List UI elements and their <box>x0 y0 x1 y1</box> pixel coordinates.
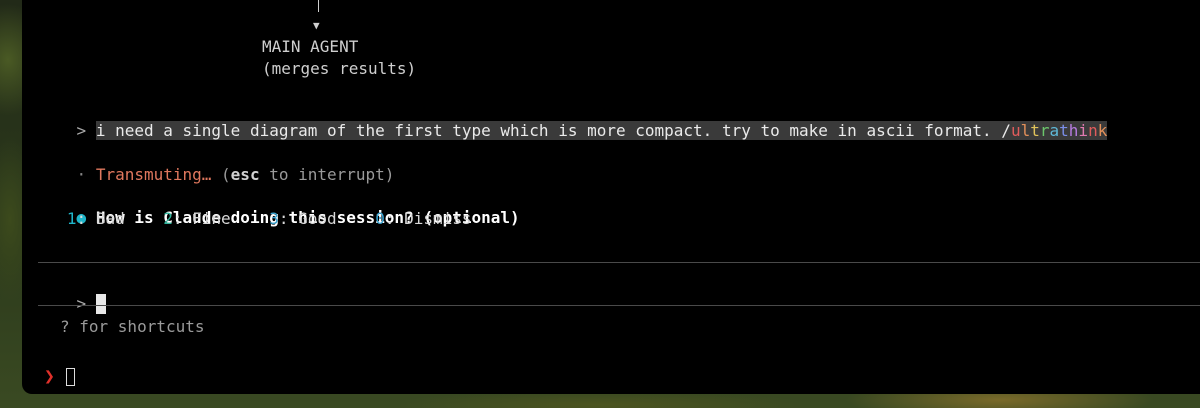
ultrathink-letter: r <box>1039 121 1050 140</box>
input-prompt-chevron-icon: > <box>76 294 87 313</box>
ultrathink-keyword: ultrathink <box>1011 121 1107 140</box>
ultrathink-letter: i <box>1078 121 1089 140</box>
feedback-option-good[interactable]: 3: Good <box>269 209 336 228</box>
text-cursor <box>95 294 106 314</box>
ultrathink-letter: h <box>1068 121 1079 140</box>
esc-key-hint: esc <box>230 165 260 184</box>
status-spinner-icon: · <box>76 165 87 184</box>
ultrathink-letter: t <box>1030 121 1040 140</box>
feedback-option-fine[interactable]: 2: Fine <box>163 209 230 228</box>
diagram-arrow-head-icon: ▼ <box>313 19 320 32</box>
diagram-node-label: MAIN AGENT <box>262 37 359 56</box>
ultrathink-letter: k <box>1097 121 1108 140</box>
feedback-option-dismiss[interactable]: 0: Dismiss <box>375 209 471 228</box>
status-label: Transmuting… <box>95 165 212 184</box>
user-message-text: i need a single diagram of the first typ… <box>95 121 1108 140</box>
prompt-chevron-icon: > <box>76 121 87 140</box>
feedback-options: 1: Bad 2: Fine 3: Good 0: Dismiss <box>38 209 1200 229</box>
terminal-window[interactable]: ▼ MAIN AGENT (merges results) > i need a… <box>22 0 1200 394</box>
ultrathink-letter: u <box>1010 121 1021 140</box>
ultrathink-letter: l <box>1020 121 1031 140</box>
ultrathink-letter: a <box>1049 121 1060 140</box>
ultrathink-letter: t <box>1059 121 1069 140</box>
input-top-border <box>38 262 1200 263</box>
diagram-arrow-stem <box>318 0 319 12</box>
ultrathink-letter: n <box>1088 121 1098 140</box>
diagram-node-subtitle: (merges results) <box>262 59 417 78</box>
shortcuts-hint: ? for shortcuts <box>60 317 205 336</box>
feedback-option-bad[interactable]: 1: Bad <box>67 209 125 228</box>
input-bottom-border <box>38 305 1200 306</box>
shell-cursor[interactable] <box>66 368 75 386</box>
shell-prompt-chevron-icon: ❯ <box>44 366 55 387</box>
